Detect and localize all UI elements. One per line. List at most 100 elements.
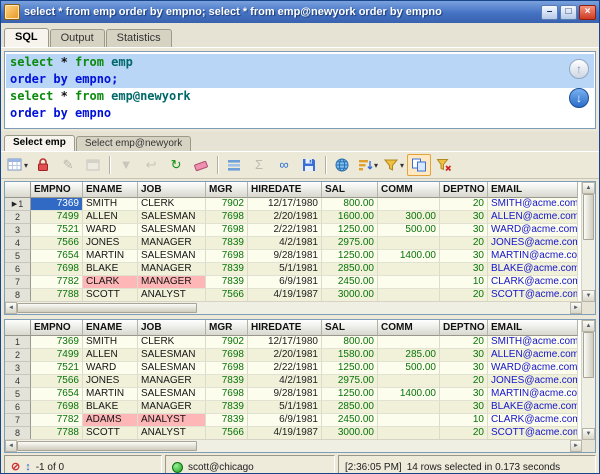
grid-cell[interactable]: 7369 <box>31 336 83 349</box>
grid-cell[interactable]: 30 <box>440 211 488 224</box>
grid-cell[interactable]: 7499 <box>31 211 83 224</box>
grid-cell[interactable]: 12/17/1980 <box>248 198 322 211</box>
grid-cell[interactable]: 800.00 <box>322 198 378 211</box>
grid-cell[interactable] <box>378 198 440 211</box>
column-header-empno[interactable]: EMPNO <box>31 182 83 198</box>
grid-cell[interactable]: BLAKE <box>83 401 138 414</box>
grid-newyork-vscrollbar[interactable] <box>581 320 595 440</box>
grid-cell[interactable]: 5/1/1981 <box>248 401 322 414</box>
grid-cell[interactable]: 9/28/1981 <box>248 250 322 263</box>
scroll-left-arrow-icon[interactable] <box>5 440 17 452</box>
grid-cell[interactable]: 1400.00 <box>378 250 440 263</box>
grid-cell[interactable] <box>378 276 440 289</box>
grid-cell[interactable]: ALLEN@acme.com <box>488 211 578 224</box>
grid-cell[interactable]: 7839 <box>206 237 248 250</box>
grid-cell[interactable]: ANALYST <box>138 414 206 427</box>
grid-cell[interactable]: 1580.00 <box>322 349 378 362</box>
grid-cell[interactable]: ALLEN@acme.com <box>488 349 578 362</box>
grid-cell[interactable]: 4/2/1981 <box>248 237 322 250</box>
grid-cell[interactable]: 7839 <box>206 263 248 276</box>
grid-cell[interactable]: MARTIN <box>83 388 138 401</box>
scroll-right-arrow-icon[interactable] <box>570 440 582 452</box>
grid-cell[interactable]: BLAKE@acme.com <box>488 263 578 276</box>
result-tab-select-emp[interactable]: Select emp <box>4 135 75 151</box>
grid-cell[interactable]: 1250.00 <box>322 224 378 237</box>
grid-cell[interactable] <box>378 336 440 349</box>
grid-cell[interactable]: 30 <box>440 388 488 401</box>
vscrollbar-thumb[interactable] <box>583 332 594 378</box>
grid-cell[interactable]: BLAKE@acme.com <box>488 401 578 414</box>
link-button[interactable]: ∞ <box>272 154 296 176</box>
row-header[interactable]: ▶1 <box>5 198 31 211</box>
grid-emp-hscrollbar[interactable] <box>5 301 582 314</box>
grid-cell[interactable]: 1250.00 <box>322 388 378 401</box>
scroll-left-arrow-icon[interactable] <box>5 302 17 314</box>
column-header-hiredate[interactable]: HIREDATE <box>248 320 322 336</box>
calculator-button[interactable]: Σ <box>247 154 271 176</box>
grid-cell[interactable]: MARTIN <box>83 250 138 263</box>
grid-cell[interactable]: MANAGER <box>138 401 206 414</box>
clear-filter-button[interactable] <box>432 154 456 176</box>
scroll-up-arrow-icon[interactable] <box>582 182 595 194</box>
grid-cell[interactable]: 2/22/1981 <box>248 224 322 237</box>
grid-cell[interactable]: 2/22/1981 <box>248 362 322 375</box>
form-view-button[interactable] <box>81 154 105 176</box>
grid-cell[interactable]: 12/17/1980 <box>248 336 322 349</box>
hscrollbar-thumb[interactable] <box>17 441 197 451</box>
column-header-sal[interactable]: SAL <box>322 320 378 336</box>
column-header-mgr[interactable]: MGR <box>206 320 248 336</box>
grid-cell[interactable] <box>378 237 440 250</box>
grid-cell[interactable]: CLARK <box>83 276 138 289</box>
clear-grid-button[interactable] <box>189 154 213 176</box>
grid-cell[interactable]: SALESMAN <box>138 349 206 362</box>
grid-cell[interactable] <box>378 375 440 388</box>
grid-cell[interactable]: 1250.00 <box>322 362 378 375</box>
grid-cell[interactable]: WARD <box>83 224 138 237</box>
row-header[interactable]: 3 <box>5 224 31 237</box>
column-header-email[interactable]: EMAIL <box>488 182 578 198</box>
row-header[interactable]: 5 <box>5 388 31 401</box>
grid-cell[interactable]: 20 <box>440 198 488 211</box>
vscrollbar-track[interactable] <box>582 240 595 290</box>
tab-sql[interactable]: SQL <box>4 28 49 47</box>
grid-cell[interactable]: 7698 <box>31 263 83 276</box>
minimize-button[interactable] <box>541 5 558 20</box>
grid-cell[interactable]: 2975.00 <box>322 237 378 250</box>
row-header[interactable]: 7 <box>5 414 31 427</box>
grid-cell[interactable]: 5/1/1981 <box>248 263 322 276</box>
compare-grids-button[interactable] <box>407 154 431 176</box>
grid-cell[interactable]: 7698 <box>206 211 248 224</box>
row-header[interactable]: 2 <box>5 211 31 224</box>
column-header-job[interactable]: JOB <box>138 182 206 198</box>
grid-cell[interactable]: 7698 <box>206 362 248 375</box>
grid-cell[interactable]: SALESMAN <box>138 250 206 263</box>
grid-cell[interactable]: MARTIN@acme.com <box>488 388 578 401</box>
web-export-button[interactable] <box>330 154 354 176</box>
grid-cell[interactable]: 1250.00 <box>322 250 378 263</box>
grid-cell[interactable]: 10 <box>440 276 488 289</box>
grid-cell[interactable]: 30 <box>440 362 488 375</box>
sql-editor[interactable]: select * from emporder by empno;select *… <box>6 53 594 127</box>
grid-cell[interactable]: CLARK@acme.com <box>488 414 578 427</box>
column-header-job[interactable]: JOB <box>138 320 206 336</box>
grid-newyork-hscrollbar[interactable] <box>5 439 582 452</box>
grid-cell[interactable]: 20 <box>440 237 488 250</box>
column-header-deptno[interactable]: DEPTNO <box>440 320 488 336</box>
grid-cell[interactable]: 7839 <box>206 414 248 427</box>
row-header[interactable]: 4 <box>5 237 31 250</box>
grid-cell[interactable]: SMITH <box>83 198 138 211</box>
column-header-comm[interactable]: COMM <box>378 320 440 336</box>
grid-cell[interactable]: MANAGER <box>138 375 206 388</box>
grid-cell[interactable]: CLARK@acme.com <box>488 276 578 289</box>
grid-cell[interactable]: 7521 <box>31 224 83 237</box>
row-header[interactable]: 3 <box>5 362 31 375</box>
grid-cell[interactable]: 30 <box>440 349 488 362</box>
grid-cell[interactable]: 7499 <box>31 349 83 362</box>
grid-cell[interactable]: 2850.00 <box>322 401 378 414</box>
grid-cell[interactable]: 500.00 <box>378 224 440 237</box>
grid-cell[interactable]: 2450.00 <box>322 276 378 289</box>
grid-cell[interactable]: 6/9/1981 <box>248 276 322 289</box>
grid-cell[interactable]: 7654 <box>31 250 83 263</box>
grid-cell[interactable]: 2/20/1981 <box>248 349 322 362</box>
duplicate-row-button[interactable] <box>222 154 246 176</box>
